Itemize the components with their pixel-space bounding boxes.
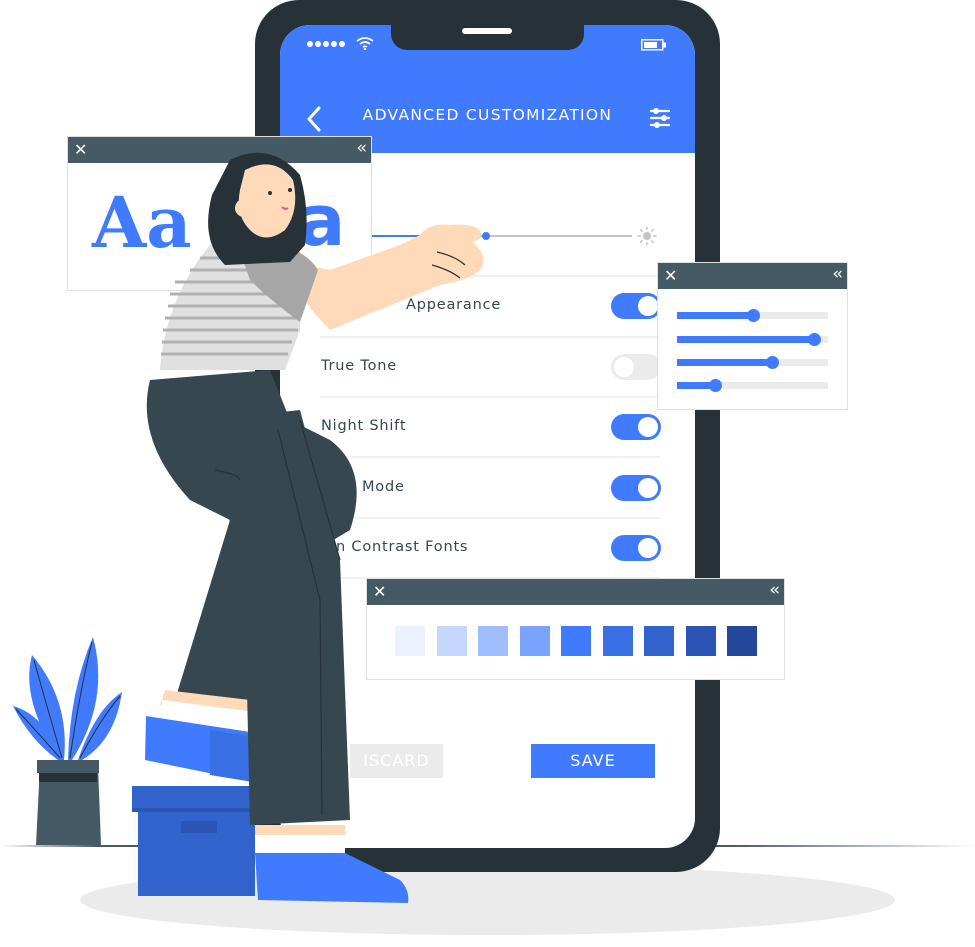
panel-header: ✕ ‹‹ <box>367 579 784 605</box>
color-swatch[interactable] <box>519 626 550 656</box>
color-swatch[interactable] <box>478 626 508 656</box>
slider-4[interactable] <box>677 379 828 392</box>
character-illustration <box>13 152 484 903</box>
storage-box <box>132 786 257 896</box>
slider-fill <box>677 336 815 343</box>
color-swatch[interactable] <box>602 626 633 656</box>
double-chevron-left-icon[interactable]: ‹‹ <box>769 580 779 600</box>
close-icon[interactable]: ✕ <box>664 266 677 286</box>
color-swatch[interactable] <box>561 626 591 656</box>
sliders-panel: ✕ ‹‹ <box>657 262 848 410</box>
slider-3[interactable] <box>677 356 828 369</box>
double-chevron-left-icon[interactable]: ‹‹ <box>832 264 842 284</box>
color-swatch[interactable] <box>685 626 716 656</box>
close-icon[interactable]: ✕ <box>373 582 386 602</box>
slider-2[interactable] <box>677 333 828 346</box>
color-swatch[interactable] <box>436 626 467 656</box>
color-palette-panel: ✕ ‹‹ <box>366 578 785 680</box>
panel-header: ✕ ‹‹ <box>658 263 847 289</box>
color-swatch[interactable] <box>395 626 425 656</box>
slider-fill <box>677 312 753 319</box>
color-swatch[interactable] <box>644 626 674 656</box>
slider-knob[interactable] <box>708 379 722 392</box>
slider-knob[interactable] <box>766 356 780 369</box>
slider-knob[interactable] <box>808 333 822 346</box>
color-swatch[interactable] <box>727 626 757 656</box>
slider-fill <box>677 359 773 366</box>
plant <box>13 637 122 845</box>
slider-knob[interactable] <box>746 309 760 322</box>
slider-1[interactable] <box>677 309 828 322</box>
